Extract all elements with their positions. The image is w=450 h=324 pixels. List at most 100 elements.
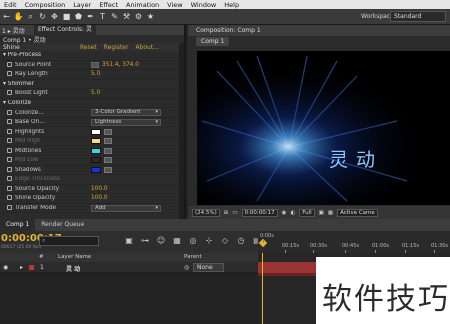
- eraser-tool-icon[interactable]: ⚙: [133, 11, 144, 22]
- menu-animation[interactable]: Animation: [122, 1, 163, 9]
- effect-prop-label: Shine Opacity: [0, 195, 91, 201]
- menu-composition[interactable]: Composition: [21, 1, 70, 9]
- composition-viewer[interactable]: 灵 动: [197, 51, 450, 205]
- effect-controls-tab[interactable]: Effect Controls: 灵: [34, 25, 96, 35]
- stopwatch-icon[interactable]: [7, 61, 12, 67]
- resolution-select[interactable]: Full: [299, 208, 315, 217]
- register-link[interactable]: Register: [104, 44, 129, 51]
- color-swatch[interactable]: [91, 147, 101, 154]
- color-swatch[interactable]: [91, 157, 101, 164]
- composition-tab[interactable]: Composition: Comp 1: [188, 25, 450, 36]
- clone-tool-icon[interactable]: ⚒: [121, 11, 132, 22]
- stopwatch-icon[interactable]: [7, 109, 12, 115]
- mask-tool-icon[interactable]: ⬟: [73, 11, 84, 22]
- effect-prop-label: Mid Low: [0, 157, 91, 163]
- shy-icon[interactable]: ☺: [156, 236, 166, 246]
- comp-mini-flowchart-icon[interactable]: ▣: [124, 236, 134, 246]
- motion-blur-icon[interactable]: ◎: [188, 236, 198, 246]
- about-link[interactable]: About...: [135, 44, 158, 51]
- effect-prop-dropdown[interactable]: 3-Color Gradient: [91, 109, 161, 117]
- hand-tool-icon[interactable]: ✋: [13, 11, 24, 22]
- stopwatch-icon[interactable]: [7, 71, 12, 77]
- crosshair-icon[interactable]: [91, 61, 99, 68]
- effect-controls-scrollbar[interactable]: [179, 43, 184, 219]
- effect-prop-value[interactable]: 5.0: [91, 71, 100, 77]
- region-icon[interactable]: ▣: [319, 210, 324, 216]
- color-swatch[interactable]: [91, 166, 101, 173]
- safe-margins-icon[interactable]: ⊞: [224, 210, 229, 216]
- eyedropper-icon[interactable]: [104, 138, 112, 145]
- eyedropper-icon[interactable]: [104, 128, 112, 135]
- current-time[interactable]: 0:00:00:17: [241, 208, 278, 217]
- effect-prop-dropdown[interactable]: Lightness: [91, 118, 161, 126]
- tab-comp1[interactable]: Comp 1: [0, 219, 36, 231]
- effect-prop-value[interactable]: 100.0: [91, 186, 108, 192]
- puppet-tool-icon[interactable]: ★: [145, 11, 156, 22]
- clock-icon[interactable]: ◷: [236, 236, 246, 246]
- frame-blending-icon[interactable]: ▦: [172, 236, 182, 246]
- color-swatch[interactable]: [91, 138, 101, 145]
- effect-prop-value[interactable]: 5.0: [91, 90, 100, 96]
- eyedropper-icon[interactable]: [104, 166, 112, 173]
- parent-pickwhip-icon[interactable]: ◎: [184, 264, 189, 271]
- stopwatch-icon[interactable]: [7, 119, 12, 125]
- stopwatch-icon[interactable]: [7, 176, 12, 182]
- project-tab[interactable]: 1 ▸ 灵动: [2, 26, 25, 35]
- stopwatch-icon[interactable]: [7, 205, 12, 211]
- stopwatch-icon[interactable]: [7, 90, 12, 96]
- parent-select[interactable]: None: [193, 263, 224, 272]
- text-tool-icon[interactable]: T: [97, 11, 108, 22]
- layer-index: 1: [40, 264, 44, 271]
- comp-navigator: Comp 1: [188, 36, 450, 47]
- effect-prop-dropdown[interactable]: Add: [91, 204, 161, 212]
- layer-label-color[interactable]: [29, 265, 34, 270]
- menu-effect[interactable]: Effect: [95, 1, 122, 9]
- expand-triangle-icon[interactable]: ▸: [20, 264, 23, 271]
- channel-icon[interactable]: ◐: [290, 210, 295, 216]
- time-ruler[interactable]: 00:15s 00:30s 00:45s 01:00s 01:15s 01:30s 0:00…: [258, 231, 450, 253]
- brainstorm-icon[interactable]: ◇: [220, 236, 230, 246]
- graph-editor-icon[interactable]: ⊹: [204, 236, 214, 246]
- eyedropper-icon[interactable]: [104, 157, 112, 164]
- menu-view[interactable]: View: [163, 1, 186, 9]
- rotate-tool-icon[interactable]: ↻: [37, 11, 48, 22]
- effect-prop-value[interactable]: 100.0: [91, 195, 108, 201]
- camera-tool-icon[interactable]: ✥: [49, 11, 60, 22]
- effect-prop-name: Pre-Process: [7, 52, 42, 59]
- selection-tool-icon[interactable]: ←: [1, 11, 12, 22]
- stopwatch-icon[interactable]: [7, 147, 12, 153]
- stopwatch-icon[interactable]: [7, 195, 12, 201]
- menu-help[interactable]: Help: [220, 1, 243, 9]
- stopwatch-icon[interactable]: [7, 128, 12, 134]
- layer-row[interactable]: ◉ ▸ 1 灵 动 ◎ None: [0, 262, 258, 273]
- menu-edit[interactable]: Edit: [0, 1, 21, 9]
- pen-tool-icon[interactable]: ✒: [85, 11, 96, 22]
- transparency-icon[interactable]: ▦: [328, 210, 333, 216]
- zoom-tool-icon[interactable]: ⌕: [25, 11, 36, 22]
- zoom-select[interactable]: (24.5%): [192, 208, 220, 217]
- pan-behind-tool-icon[interactable]: ■: [61, 11, 72, 22]
- brush-tool-icon[interactable]: ✎: [109, 11, 120, 22]
- layer-name[interactable]: 灵 动: [66, 264, 80, 273]
- stopwatch-icon[interactable]: [7, 138, 12, 144]
- effect-prop-label: Ray Length: [0, 71, 91, 77]
- effect-name[interactable]: Shine: [0, 44, 80, 51]
- layer-search-input[interactable]: ⌕: [39, 236, 99, 246]
- camera-select[interactable]: Active Came: [337, 208, 378, 217]
- reset-link[interactable]: Reset: [80, 44, 97, 51]
- comp-button[interactable]: Comp 1: [196, 37, 230, 46]
- stopwatch-icon[interactable]: [7, 157, 12, 163]
- workspace-select[interactable]: Standard: [390, 11, 446, 22]
- effect-prop-value[interactable]: 351.4, 374.0: [102, 62, 139, 68]
- eyedropper-icon[interactable]: [104, 147, 112, 154]
- color-swatch[interactable]: [91, 128, 101, 135]
- stopwatch-icon[interactable]: [7, 166, 12, 172]
- mask-icon[interactable]: ▭: [232, 210, 237, 216]
- menu-window[interactable]: Window: [187, 1, 221, 9]
- stopwatch-icon[interactable]: [7, 185, 12, 191]
- snapshot-icon[interactable]: ◉: [282, 210, 287, 216]
- eye-icon[interactable]: ◉: [3, 264, 8, 271]
- tab-render-queue[interactable]: Render Queue: [35, 219, 90, 231]
- menu-layer[interactable]: Layer: [69, 1, 95, 9]
- draft-3d-icon[interactable]: ⊶: [140, 236, 150, 246]
